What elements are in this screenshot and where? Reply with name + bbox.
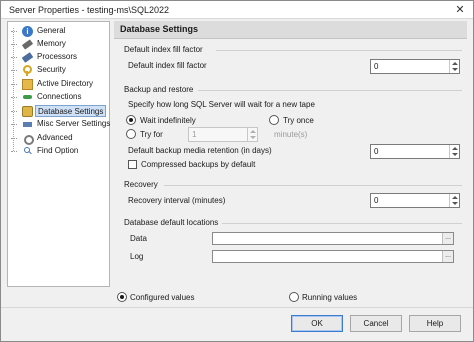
nav-item-label: Memory <box>37 39 66 48</box>
try-for-radio[interactable] <box>126 129 136 139</box>
memory-icon <box>21 39 34 50</box>
database-settings-panel: Database Settings Default index fill fac… <box>114 21 467 287</box>
wait-indefinitely-radio[interactable] <box>126 115 136 125</box>
window-title: Server Properties - testing-ms\SQL2022 <box>9 5 170 15</box>
compressed-backups-checkbox[interactable] <box>128 160 137 169</box>
database-icon <box>22 106 33 117</box>
active-directory-icon <box>22 79 33 90</box>
nav-item-database-settings[interactable]: Database Settings <box>8 105 109 118</box>
spinner-arrows[interactable] <box>449 145 459 158</box>
fill-factor-group-title: Default index fill factor <box>124 45 203 54</box>
key-icon <box>22 65 33 76</box>
spinner-arrows[interactable] <box>247 128 257 141</box>
info-icon: i <box>22 26 33 37</box>
nav-item-label: Database Settings <box>35 105 107 117</box>
title-bar: Server Properties - testing-ms\SQL2022 ✕ <box>1 1 473 19</box>
misc-settings-icon <box>22 119 33 130</box>
try-for-minutes-spinner[interactable]: 1 <box>188 127 258 142</box>
server-properties-dialog: Server Properties - testing-ms\SQL2022 ✕… <box>0 0 474 342</box>
configured-values-label: Configured values <box>130 293 195 302</box>
minutes-label: minute(s) <box>274 130 308 139</box>
panel-title: Database Settings <box>120 24 199 34</box>
nav-item-active-directory[interactable]: Active Directory <box>8 78 109 91</box>
nav-item-label: Find Option <box>37 146 79 155</box>
advanced-icon <box>22 133 34 145</box>
find-icon <box>22 146 33 157</box>
nav-item-memory[interactable]: Memory <box>8 38 109 51</box>
group-divider <box>216 50 462 51</box>
try-for-label: Try for <box>140 130 163 139</box>
log-location-label: Log <box>130 252 144 261</box>
group-divider <box>222 223 462 224</box>
spinner-arrows[interactable] <box>449 60 459 73</box>
nav-item-advanced[interactable]: Advanced <box>8 132 109 145</box>
locations-group-title: Database default locations <box>124 218 219 227</box>
tape-wait-description: Specify how long SQL Server will wait fo… <box>128 100 315 109</box>
panel-header: Database Settings <box>114 21 467 39</box>
fill-factor-label: Default index fill factor <box>128 61 207 70</box>
running-values-radio[interactable] <box>289 292 299 302</box>
log-browse-button[interactable]: ... <box>442 251 453 262</box>
group-divider <box>164 185 462 186</box>
nav-item-label: Connections <box>37 92 82 101</box>
log-location-input[interactable]: ... <box>212 250 454 263</box>
connections-icon <box>22 92 33 103</box>
wait-indefinitely-label: Wait indefinitely <box>140 116 196 125</box>
nav-item-label: Misc Server Settings <box>37 119 111 128</box>
settings-nav-tree: i General Memory Processors Security Act… <box>7 21 110 287</box>
cancel-button[interactable]: Cancel <box>350 315 402 332</box>
nav-item-label: Processors <box>37 52 78 61</box>
data-browse-button[interactable]: ... <box>442 233 453 244</box>
try-once-radio[interactable] <box>269 115 279 125</box>
close-icon[interactable]: ✕ <box>453 3 467 17</box>
running-values-label: Running values <box>302 293 358 302</box>
nav-item-general[interactable]: i General <box>8 25 109 38</box>
dialog-button-bar: OK Cancel Help <box>1 307 473 341</box>
ok-button[interactable]: OK <box>291 315 343 332</box>
fill-factor-spinner[interactable]: 0 <box>370 59 460 74</box>
recovery-interval-spinner[interactable]: 0 <box>370 193 460 208</box>
processor-icon <box>21 52 34 63</box>
try-once-label: Try once <box>283 116 314 125</box>
nav-item-label: Advanced <box>37 133 73 142</box>
recovery-group-title: Recovery <box>124 180 158 189</box>
nav-item-label: General <box>37 26 66 35</box>
data-location-label: Data <box>130 234 147 243</box>
nav-item-find-option[interactable]: Find Option <box>8 145 109 158</box>
nav-item-security[interactable]: Security <box>8 64 109 77</box>
nav-item-label: Security <box>37 65 66 74</box>
nav-item-label: Active Directory <box>37 79 94 88</box>
help-button[interactable]: Help <box>409 315 461 332</box>
nav-item-connections[interactable]: Connections <box>8 91 109 104</box>
configured-values-radio[interactable] <box>117 292 127 302</box>
backup-group-title: Backup and restore <box>124 85 194 94</box>
nav-item-misc-server-settings[interactable]: Misc Server Settings <box>8 118 111 131</box>
nav-item-processors[interactable]: Processors <box>8 51 109 64</box>
recovery-interval-label: Recovery interval (minutes) <box>128 196 226 205</box>
spinner-arrows[interactable] <box>449 194 459 207</box>
compressed-backups-label: Compressed backups by default <box>141 160 256 169</box>
data-location-input[interactable]: ... <box>212 232 454 245</box>
retention-label: Default backup media retention (in days) <box>128 146 272 155</box>
group-divider <box>198 90 462 91</box>
retention-spinner[interactable]: 0 <box>370 144 460 159</box>
